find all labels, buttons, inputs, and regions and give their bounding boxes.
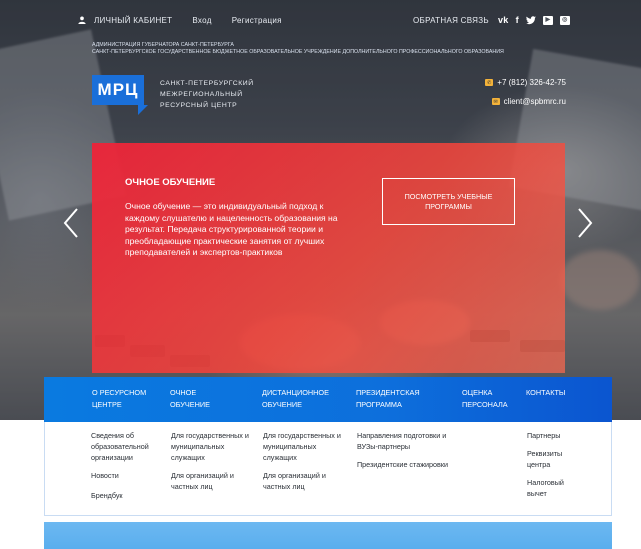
nav-item-fulltime[interactable]: ОЧНОЕ ОБУЧЕНИЕ [170, 387, 210, 411]
logo-line-1: САНКТ-ПЕТЕРБУРГСКИЙ [160, 80, 254, 87]
government-affiliation: АДМИНИСТРАЦИЯ ГУБЕРНАТОРА САНКТ-ПЕТЕРБУР… [92, 42, 504, 56]
email-address: client@spbmrc.ru [503, 97, 566, 106]
menu-column-fulltime: Для государственных и муниципальных служ… [171, 430, 251, 501]
phone-number: +7 (812) 326-42-75 [497, 78, 566, 87]
nav-item-about[interactable]: О РЕСУРСНОМ ЦЕНТРЕ [92, 387, 146, 411]
promo-slide: ОЧНОЕ ОБУЧЕНИЕ Очное обучение — это инди… [92, 143, 565, 373]
menu-link-news[interactable]: Новости [91, 470, 161, 481]
promo-title: ОЧНОЕ ОБУЧЕНИЕ [125, 177, 216, 188]
menu-link-tax-deduction[interactable]: Налоговый вычет [527, 477, 575, 499]
nav-item-contacts[interactable]: КОНТАКТЫ [526, 387, 565, 399]
menu-link-directions[interactable]: Направления подготовки и ВУЗы-партнеры [357, 430, 449, 452]
logo-text[interactable]: САНКТ-ПЕТЕРБУРГСКИЙ МЕЖРЕГИОНАЛЬНЫЙ РЕСУ… [160, 78, 254, 111]
youtube-icon[interactable]: ▶ [542, 15, 553, 25]
menu-link-distance-gov[interactable]: Для государственных и муниципальных служ… [263, 430, 345, 463]
mega-menu-dropdown: Сведения об образовательной организации … [44, 422, 612, 516]
phone-icon: ✆ [485, 79, 494, 86]
menu-link-internships[interactable]: Президентские стажировки [357, 459, 449, 470]
menu-link-partners[interactable]: Партнеры [527, 430, 575, 441]
menu-column-distance: Для государственных и муниципальных служ… [263, 430, 345, 501]
twitter-icon[interactable] [525, 15, 536, 25]
gov-line-2: САНКТ-ПЕТЕРБУРГСКОЕ ГОСУДАРСТВЕННОЕ БЮДЖ… [92, 49, 504, 55]
logo-line-3: РЕСУРСНЫЙ ЦЕНТР [160, 102, 238, 109]
bottom-section-band [44, 522, 612, 549]
menu-link-fulltime-org[interactable]: Для организаций и частных лиц [171, 470, 251, 492]
logo-tail [138, 105, 148, 115]
menu-link-brandbook[interactable]: Брендбук [91, 490, 161, 501]
instagram-icon[interactable]: ◎ [559, 15, 570, 25]
personal-cabinet-link[interactable]: ЛИЧНЫЙ КАБИНЕТ [94, 16, 172, 25]
promo-text: Очное обучение — это индивидуальный подх… [125, 201, 338, 258]
logo[interactable]: МРЦ [92, 75, 144, 105]
nav-item-distance[interactable]: ДИСТАНЦИОННОЕ ОБУЧЕНИЕ [262, 387, 329, 411]
user-icon [78, 16, 86, 24]
nav-item-assessment[interactable]: ОЦЕНКА ПЕРСОНАЛА [462, 387, 508, 411]
top-bar: ЛИЧНЫЙ КАБИНЕТ Вход Регистрация ОБРАТНАЯ… [78, 10, 608, 30]
menu-link-org-info[interactable]: Сведения об образовательной организации [91, 430, 161, 463]
view-programs-button[interactable]: ПОСМОТРЕТЬ УЧЕБНЫЕ ПРОГРАММЫ [382, 178, 515, 225]
menu-column-contacts: Партнеры Реквизиты центра Налоговый выче… [527, 430, 575, 508]
social-links: vk f ▶ ◎ [498, 15, 570, 25]
chevron-left-icon[interactable] [63, 208, 79, 238]
email-contact[interactable]: ✉ client@spbmrc.ru [491, 97, 566, 106]
feedback-link[interactable]: ОБРАТНАЯ СВЯЗЬ [413, 16, 489, 25]
page: ЛИЧНЫЙ КАБИНЕТ Вход Регистрация ОБРАТНАЯ… [0, 0, 641, 549]
phone-contact[interactable]: ✆ +7 (812) 326-42-75 [485, 78, 566, 87]
menu-column-about: Сведения об образовательной организации … [91, 430, 161, 510]
menu-link-distance-org[interactable]: Для организаций и частных лиц [263, 470, 345, 492]
facebook-icon[interactable]: f [516, 15, 519, 25]
main-navigation: О РЕСУРСНОМ ЦЕНТРЕ ОЧНОЕ ОБУЧЕНИЕ ДИСТАН… [44, 377, 612, 422]
gov-line-1: АДМИНИСТРАЦИЯ ГУБЕРНАТОРА САНКТ-ПЕТЕРБУР… [92, 42, 234, 48]
logo-line-2: МЕЖРЕГИОНАЛЬНЫЙ [160, 91, 243, 98]
chevron-right-icon[interactable] [577, 208, 593, 238]
nav-item-presidential[interactable]: ПРЕЗИДЕНТСКАЯ ПРОГРАММА [356, 387, 420, 411]
menu-link-fulltime-gov[interactable]: Для государственных и муниципальных служ… [171, 430, 251, 463]
menu-link-requisites[interactable]: Реквизиты центра [527, 448, 575, 470]
vk-icon[interactable]: vk [498, 15, 509, 25]
mail-icon: ✉ [491, 98, 500, 105]
menu-column-presidential: Направления подготовки и ВУЗы-партнеры П… [357, 430, 449, 479]
register-link[interactable]: Регистрация [232, 16, 282, 25]
login-link[interactable]: Вход [192, 16, 211, 25]
